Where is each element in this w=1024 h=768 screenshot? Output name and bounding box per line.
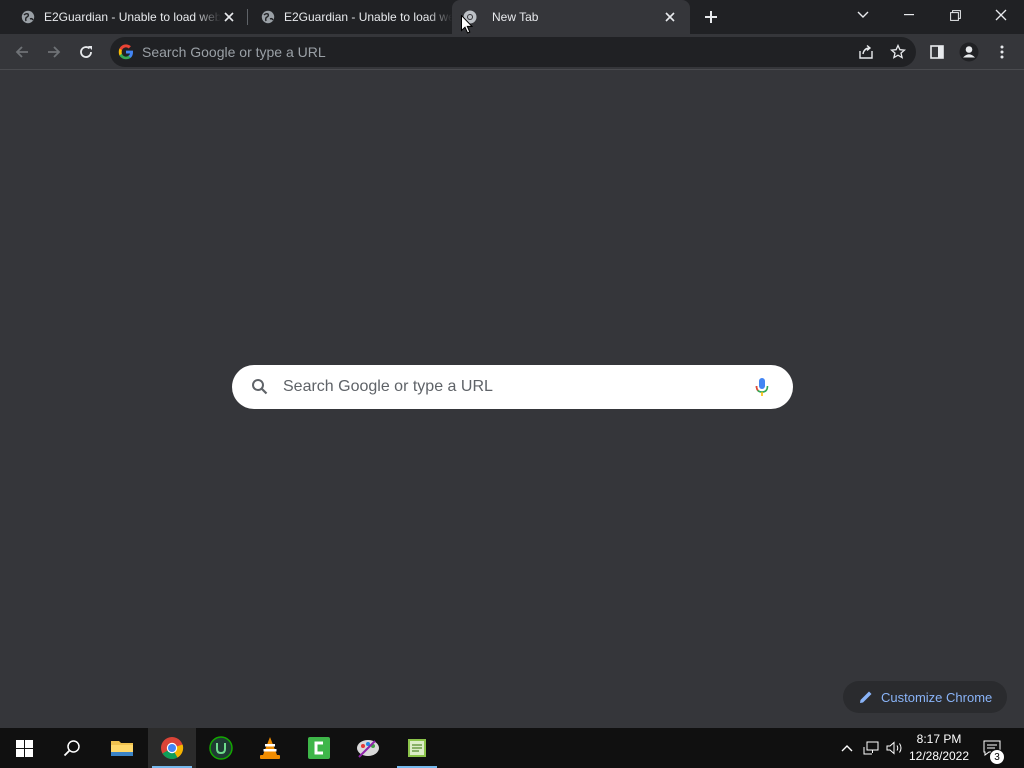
globe-icon: [20, 9, 36, 25]
tab-e2guardian-1[interactable]: E2Guardian - Unable to load web: [0, 0, 245, 34]
close-window-button[interactable]: [978, 0, 1024, 30]
plus-icon: [705, 11, 717, 23]
tab-search-button[interactable]: [840, 0, 886, 30]
side-panel-icon: [930, 45, 944, 59]
windows-logo-icon: [15, 739, 33, 757]
kebab-menu-icon: [1000, 45, 1004, 59]
chrome-icon: [161, 737, 184, 759]
tab-strip: E2Guardian - Unable to load web E2Guardi…: [0, 0, 1024, 34]
taskbar-notepad-app[interactable]: [393, 728, 441, 768]
search-icon: [63, 740, 80, 757]
customize-chrome-button[interactable]: Customize Chrome: [843, 681, 1007, 713]
notepad-icon: [408, 739, 426, 757]
chevron-down-icon: [857, 11, 869, 18]
arrow-left-icon: [15, 46, 28, 58]
pencil-icon: [860, 691, 872, 703]
start-button[interactable]: [0, 728, 48, 768]
close-tab-icon[interactable]: [662, 9, 678, 25]
browser-toolbar: Search Google or type a URL: [0, 34, 1024, 70]
notification-count-badge: 3: [989, 749, 1005, 765]
upwork-icon: [209, 736, 233, 760]
vlc-cone-icon: [260, 737, 280, 759]
taskbar-paint-app[interactable]: [344, 728, 392, 768]
taskbar-upwork[interactable]: [197, 728, 245, 768]
clock-time: 8:17 PM: [916, 732, 962, 746]
new-tab-page: Search Google or type a URL Customize Ch…: [0, 71, 1024, 728]
tab-title: E2Guardian - Unable to load web: [44, 10, 221, 24]
minimize-icon: [904, 14, 914, 16]
side-panel-button[interactable]: [923, 38, 951, 66]
clock-date: 12/28/2022: [908, 749, 970, 763]
google-g-icon: [118, 44, 133, 60]
paint-palette-icon: [357, 740, 379, 758]
globe-icon: [260, 9, 276, 25]
reload-icon: [80, 46, 92, 58]
restore-icon: [949, 9, 961, 21]
new-tab-button[interactable]: [699, 5, 723, 29]
tab-title: New Tab: [492, 10, 539, 24]
share-icon[interactable]: [858, 44, 874, 60]
chrome-menu-button[interactable]: [988, 38, 1016, 66]
search-icon: [252, 379, 268, 395]
profile-button[interactable]: [955, 38, 983, 66]
forward-button[interactable]: [40, 38, 68, 66]
search-placeholder: Search Google or type a URL: [283, 378, 493, 395]
restore-button[interactable]: [932, 0, 978, 30]
microphone-icon[interactable]: [755, 377, 769, 397]
customize-chrome-label: Customize Chrome: [881, 689, 993, 705]
camtasia-icon: [308, 737, 330, 759]
bookmark-star-icon[interactable]: [890, 44, 906, 60]
address-bar-placeholder: Search Google or type a URL: [142, 44, 326, 60]
taskbar-clock[interactable]: 8:17 PM 12/28/2022: [906, 728, 972, 768]
close-icon: [995, 9, 1007, 21]
taskbar-vlc[interactable]: [246, 728, 294, 768]
speaker-icon: [886, 741, 902, 755]
back-button[interactable]: [8, 38, 36, 66]
show-hidden-icons-button[interactable]: [837, 728, 857, 768]
mouse-cursor-icon: [461, 15, 473, 34]
volume-button[interactable]: [884, 728, 906, 768]
address-bar[interactable]: Search Google or type a URL: [110, 37, 916, 67]
profile-avatar-icon: [959, 42, 979, 62]
network-icon: [863, 741, 879, 755]
windows-taskbar: 8:17 PM 12/28/2022 3: [0, 728, 1024, 768]
close-tab-icon[interactable]: [221, 9, 237, 25]
taskbar-file-explorer[interactable]: [98, 728, 146, 768]
taskbar-search-button[interactable]: [48, 728, 96, 768]
arrow-right-icon: [48, 46, 61, 58]
folder-icon: [111, 741, 133, 756]
tab-new-tab[interactable]: New Tab: [452, 0, 690, 34]
reload-button[interactable]: [72, 38, 100, 66]
network-button[interactable]: [860, 728, 882, 768]
minimize-button[interactable]: [886, 0, 932, 30]
tab-e2guardian-2[interactable]: E2Guardian - Unable to load web: [240, 0, 452, 34]
chevron-up-icon: [841, 745, 853, 752]
tab-title: E2Guardian - Unable to load web: [284, 10, 452, 24]
taskbar-chrome[interactable]: [148, 728, 196, 768]
ntp-search-box[interactable]: Search Google or type a URL: [232, 365, 793, 409]
taskbar-camtasia[interactable]: [295, 728, 343, 768]
